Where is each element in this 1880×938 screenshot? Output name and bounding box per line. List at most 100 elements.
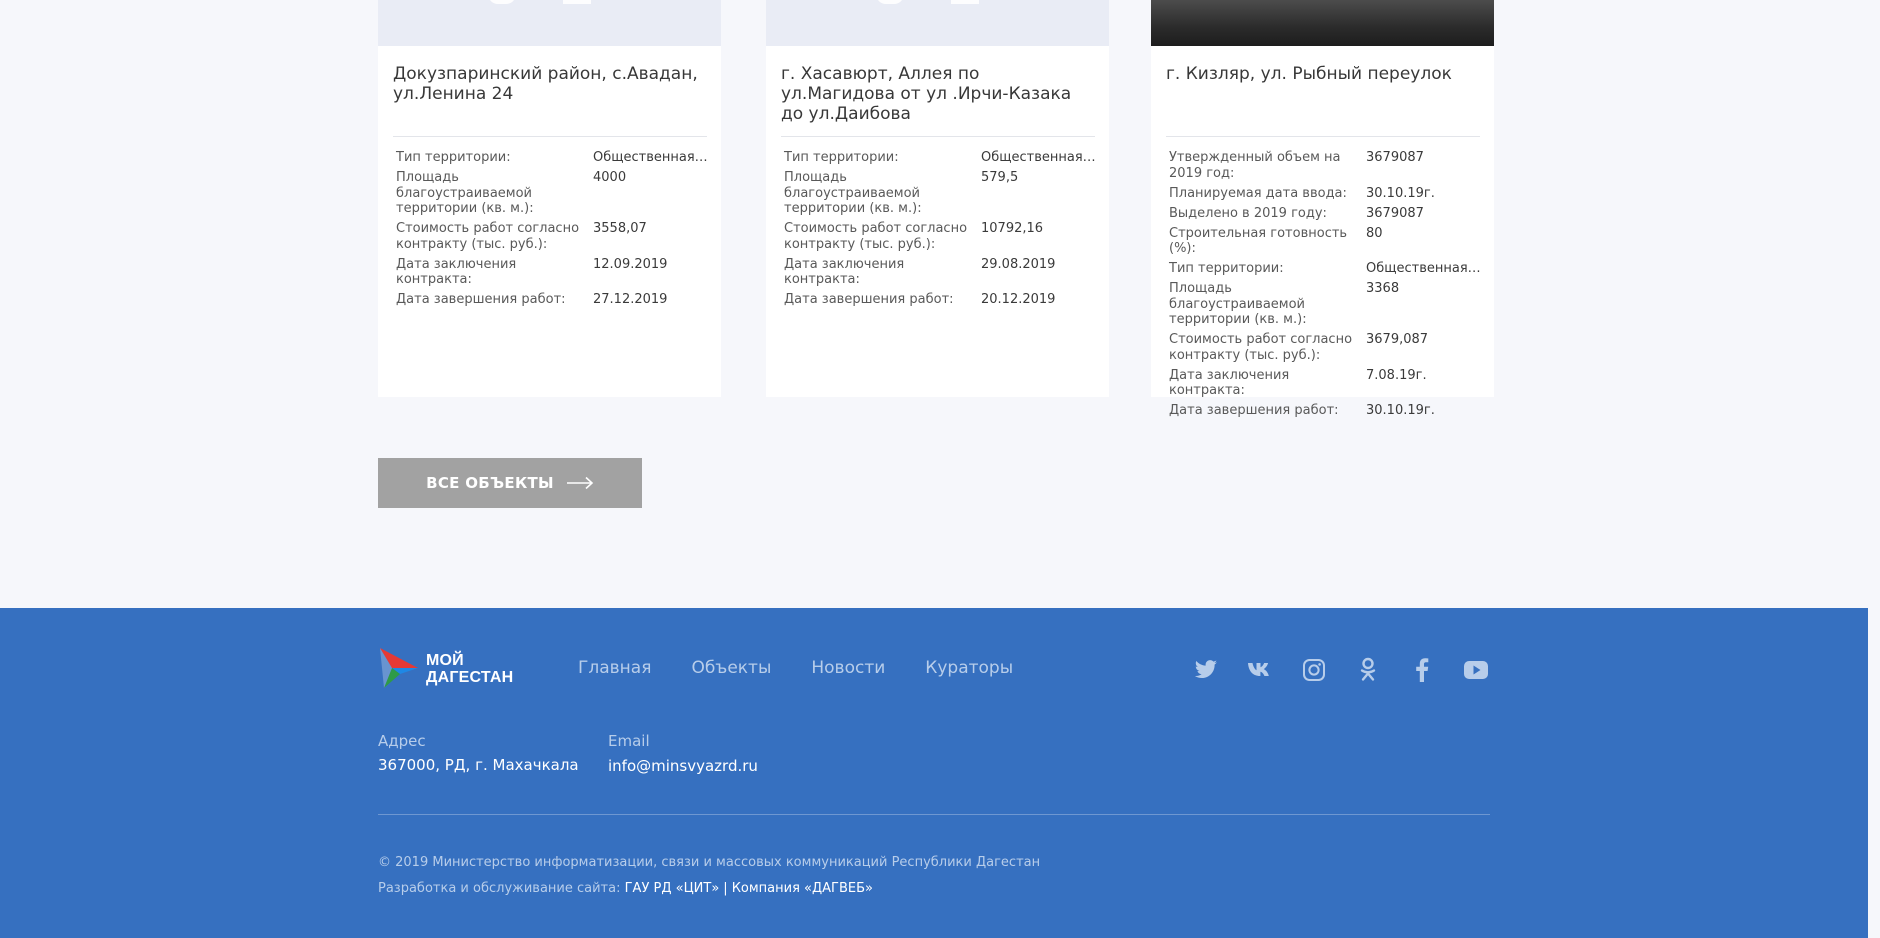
vk-icon[interactable]: [1246, 656, 1274, 684]
object-details-table: Утвержденный объем на 2019 год: 3679087 П…: [1169, 150, 1481, 423]
object-details-table: Тип территории: Общественная территория П…: [784, 150, 1096, 312]
table-row: Площадь благоустраиваемой территории (кв…: [784, 170, 1096, 221]
table-row: Тип территории: Общественная территория: [396, 150, 708, 170]
detail-label: Тип территории:: [784, 150, 899, 165]
detail-value: Общественная территория: [981, 150, 1096, 165]
detail-label: Дата завершения работ:: [1169, 403, 1339, 419]
detail-value: 20.12.2019: [981, 292, 1056, 308]
table-row: Дата заключения контракта: 12.09.2019: [396, 257, 708, 293]
detail-value: 4000: [593, 169, 627, 185]
detail-value: 30.10.19г.: [1366, 403, 1435, 419]
all-objects-button-label: ВСЕ ОБЪЕКТЫ: [426, 474, 554, 492]
card-divider: [781, 136, 1095, 137]
table-row: Стоимость работ согласно контракту (тыс.…: [1169, 332, 1481, 368]
table-row: Дата завершения работ: 30.10.19г.: [1169, 403, 1481, 423]
table-row: Тип территории: Общественная территория: [1169, 261, 1481, 281]
detail-label: Площадь благоустраиваемой территории (кв…: [1169, 281, 1307, 328]
logo-mark-icon: [380, 648, 418, 688]
detail-label: Стоимость работ согласно контракту (тыс.…: [784, 221, 968, 252]
detail-label: Дата завершения работ:: [396, 292, 566, 308]
table-row: Дата заключения контракта: 29.08.2019: [784, 257, 1096, 293]
site-logo[interactable]: МОЙ ДАГЕСТАН: [378, 646, 538, 690]
object-card-title[interactable]: г. Хасавюрт, Аллея по ул.Магидова от ул …: [781, 64, 1095, 124]
object-card[interactable]: г. Кизляр, ул. Рыбный переулок Утвержден…: [1151, 0, 1494, 418]
detail-label: Площадь благоустраиваемой территории (кв…: [784, 169, 922, 217]
social-links: [1192, 656, 1490, 684]
detail-value: Общественная территория: [593, 150, 708, 165]
youtube-icon[interactable]: [1462, 656, 1490, 684]
object-details-table: Тип территории: Общественная территория П…: [396, 150, 708, 312]
detail-label: Стоимость работ согласно контракту (тыс.…: [1169, 332, 1353, 363]
address-block: Адрес 367000, РД, г. Махачкала: [378, 732, 579, 774]
table-row: Дата заключения контракта: 7.08.19г.: [1169, 368, 1481, 404]
table-row: Дата завершения работ: 27.12.2019: [396, 292, 708, 312]
odnoklassniki-icon[interactable]: [1354, 656, 1382, 684]
detail-label: Дата заключения контракта:: [396, 256, 517, 288]
card-divider: [393, 136, 707, 137]
object-card-image[interactable]: [378, 0, 721, 46]
scrollbar-track[interactable]: [1868, 0, 1880, 938]
footer-nav-objects[interactable]: Объекты: [691, 658, 771, 678]
object-card-title[interactable]: Докузпаринский район, с.Авадан, ул.Ленин…: [393, 64, 707, 104]
detail-label: Стоимость работ согласно контракту (тыс.…: [396, 221, 580, 252]
object-card-image[interactable]: [766, 0, 1109, 46]
email-link[interactable]: info@minsvyazrd.ru: [608, 757, 758, 775]
detail-value: 3368: [1366, 281, 1400, 297]
email-block: Email info@minsvyazrd.ru: [608, 732, 758, 775]
facebook-icon[interactable]: [1408, 656, 1436, 684]
table-row: Планируемая дата ввода: 30.10.19г.: [1169, 186, 1481, 206]
site-footer: МОЙ ДАГЕСТАН Главная Объекты Новости Кур…: [0, 608, 1868, 938]
detail-label: Планируемая дата ввода:: [1169, 185, 1347, 201]
footer-nav-news[interactable]: Новости: [811, 658, 885, 678]
detail-label: Тип территории:: [1169, 261, 1284, 277]
logo-text: МОЙ ДАГЕСТАН: [426, 652, 513, 686]
logo-line: ДАГЕСТАН: [426, 669, 514, 686]
address-value: 367000, РД, г. Махачкала: [378, 756, 579, 774]
detail-label: Выделено в 2019 году:: [1169, 205, 1327, 221]
detail-value: 7.08.19г.: [1366, 367, 1427, 383]
detail-value: 30.10.19г.: [1366, 185, 1435, 201]
developer-link-cit[interactable]: ГАУ РД «ЦИТ»: [625, 881, 720, 896]
table-row: Площадь благоустраиваемой территории (кв…: [396, 170, 708, 221]
footer-nav-curators[interactable]: Кураторы: [925, 658, 1013, 678]
detail-value: 27.12.2019: [593, 292, 668, 308]
footer-nav: Главная Объекты Новости Кураторы: [578, 658, 1013, 678]
object-card[interactable]: г. Хасавюрт, Аллея по ул.Магидова от ул …: [766, 0, 1109, 397]
detail-value: Общественная территория: [1366, 261, 1481, 277]
detail-value: 80: [1366, 225, 1383, 241]
footer-nav-main[interactable]: Главная: [578, 658, 651, 678]
table-row: Строительная готовность (%): 80: [1169, 226, 1481, 262]
table-row: Стоимость работ согласно контракту (тыс.…: [784, 221, 1096, 257]
object-card-title[interactable]: г. Кизляр, ул. Рыбный переулок: [1166, 64, 1480, 84]
table-row: Дата завершения работ: 20.12.2019: [784, 292, 1096, 312]
detail-value: 3558,07: [593, 221, 647, 237]
detail-value: 579,5: [981, 169, 1019, 185]
placeholder-glyph: [951, 0, 979, 4]
detail-value: 12.09.2019: [593, 256, 668, 272]
logo-line: МОЙ: [426, 652, 464, 669]
developer-link-dagweb[interactable]: Компания «ДАГВЕБ»: [732, 881, 873, 896]
developer-label: Разработка и обслуживание сайта:: [378, 881, 621, 896]
table-row: Утвержденный объем на 2019 год: 3679087: [1169, 150, 1481, 186]
instagram-icon[interactable]: [1300, 656, 1328, 684]
table-row: Выделено в 2019 году: 3679087: [1169, 206, 1481, 226]
detail-value: 3679,087: [1366, 332, 1429, 348]
detail-label: Дата завершения работ:: [784, 292, 954, 308]
detail-value: 3679087: [1366, 150, 1424, 165]
table-row: Стоимость работ согласно контракту (тыс.…: [396, 221, 708, 257]
detail-label: Строительная готовность (%):: [1169, 225, 1348, 257]
placeholder-glyph: [563, 0, 591, 4]
developer-separator: |: [723, 881, 728, 896]
detail-value: 3679087: [1366, 205, 1424, 221]
copyright-text: © 2019 Министерство информатизации, связ…: [378, 855, 1041, 870]
object-card-photo[interactable]: [1151, 0, 1494, 46]
twitter-icon[interactable]: [1192, 656, 1220, 684]
detail-value: 10792,16: [981, 221, 1044, 237]
all-objects-button[interactable]: ВСЕ ОБЪЕКТЫ: [378, 458, 642, 508]
card-divider: [1166, 136, 1480, 137]
developer-credits: Разработка и обслуживание сайта: ГАУ РД …: [378, 881, 873, 896]
address-label: Адрес: [378, 732, 426, 750]
placeholder-glyph: [876, 0, 904, 4]
detail-label: Тип территории:: [396, 150, 511, 165]
object-card[interactable]: Докузпаринский район, с.Авадан, ул.Ленин…: [378, 0, 721, 397]
